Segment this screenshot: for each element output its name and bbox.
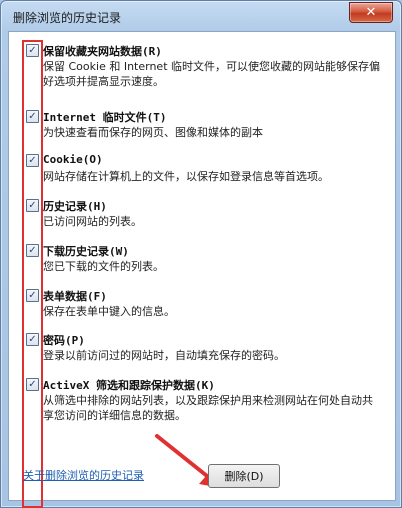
close-icon: ✕ [365,5,377,20]
option-desc: 登录以前访问过的网站时，自动填充保存的密码。 [43,349,285,362]
checkbox-history[interactable]: ✓ [26,199,39,212]
close-button[interactable]: ✕ [349,2,393,23]
option-desc: 您已下载的文件的列表。 [43,260,164,273]
about-delete-history-link[interactable]: 关于删除浏览的历史记录 [23,467,144,483]
delete-button[interactable]: 删除(D) [208,464,280,488]
options-panel: ✓ 保留收藏夹网站数据(R) 保留 Cookie 和 Internet 临时文件… [8,31,396,508]
title-bar[interactable]: 删除浏览的历史记录 ✕ [1,1,401,31]
checkbox-passwords[interactable]: ✓ [26,333,39,346]
option-title: Internet 临时文件(T) [43,111,167,124]
option-title: ActiveX 筛选和跟踪保护数据(K) [43,379,215,392]
option-desc: 保留 Cookie 和 Internet 临时文件，可以使您收藏的网站能够保存偏… [43,60,380,88]
checkbox-activex-tracking[interactable]: ✓ [26,378,39,391]
option-title: 下载历史记录(W) [43,245,129,258]
checkbox-cookies[interactable]: ✓ [26,154,39,167]
option-desc: 保存在表单中键入的信息。 [43,305,175,318]
option-title: Cookie(O) [43,153,103,166]
option-desc: 网站存储在计算机上的文件，以保存如登录信息等首选项。 [43,170,329,183]
checkbox-form-data[interactable]: ✓ [26,289,39,302]
window-title: 删除浏览的历史记录 [13,11,122,25]
option-title: 保留收藏夹网站数据(R) [43,45,162,58]
option-title: 密码(P) [43,334,85,347]
option-title: 历史记录(H) [43,200,107,213]
delete-history-dialog: 删除浏览的历史记录 ✕ ✓ 保留收藏夹网站数据(R) 保留 Cookie 和 I… [0,0,402,508]
option-title: 表单数据(F) [43,290,107,303]
checkbox-download-history[interactable]: ✓ [26,244,39,257]
option-desc: 从筛选中排除的网站列表，以及跟踪保护用来检测网站在何处自动共享您访问的详细信息的… [43,394,373,422]
option-desc: 已访问网站的列表。 [43,215,142,228]
checkbox-preserve-favorites[interactable]: ✓ [26,44,39,57]
option-desc: 为快速查看而保存的网页、图像和媒体的副本 [43,126,263,139]
checkbox-temp-files[interactable]: ✓ [26,110,39,123]
